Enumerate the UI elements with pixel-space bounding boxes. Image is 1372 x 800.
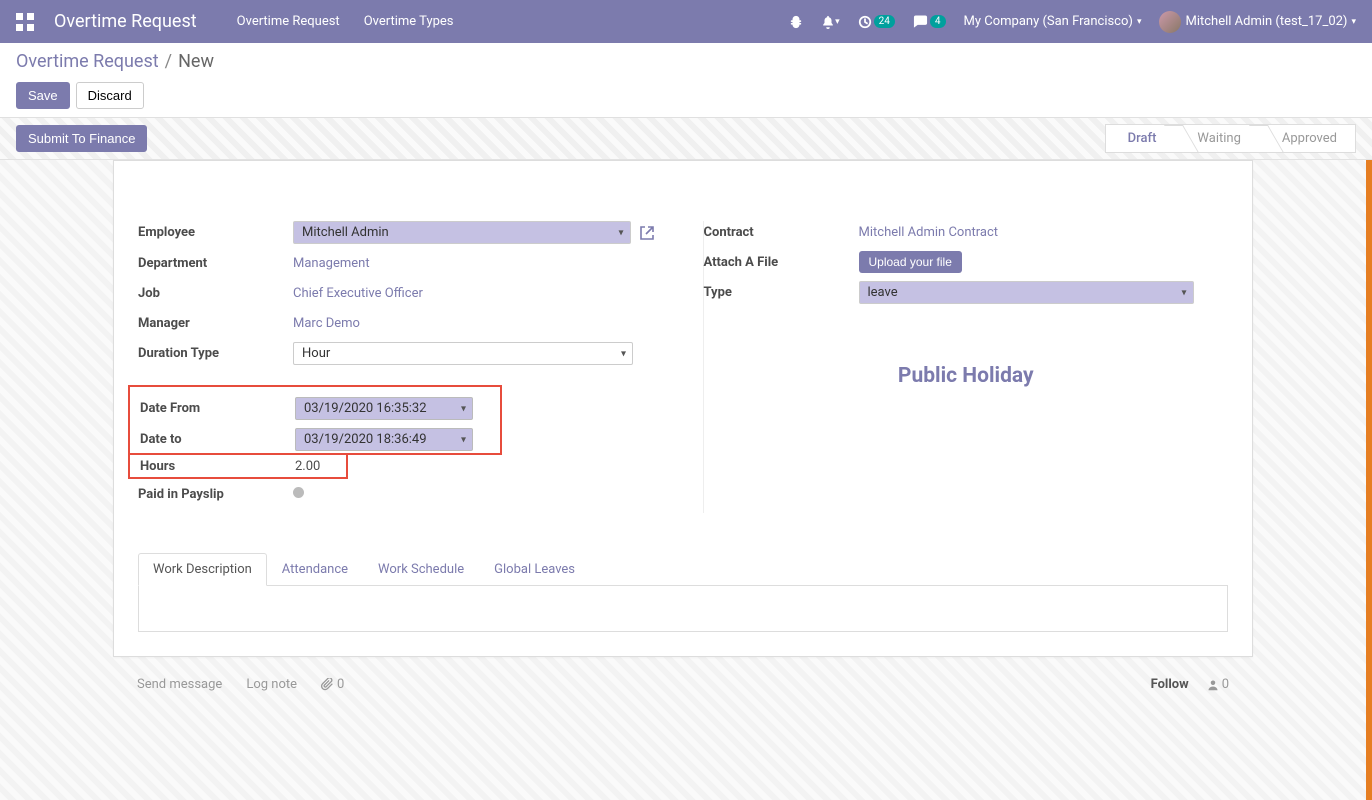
label-department: Department — [138, 256, 293, 271]
discard-button[interactable]: Discard — [76, 82, 144, 109]
hours-value: 2.00 — [295, 459, 346, 474]
form-area: Employee Mitchell Admin ▾ Department Man… — [0, 160, 1372, 800]
tab-global-leaves[interactable]: Global Leaves — [479, 553, 590, 586]
contract-value[interactable]: Mitchell Admin Contract — [859, 225, 1229, 240]
app-title[interactable]: Overtime Request — [54, 11, 197, 32]
label-paid-in-payslip: Paid in Payslip — [138, 487, 293, 502]
label-manager: Manager — [138, 316, 293, 331]
field-type: Type leave ▾ — [704, 281, 1229, 304]
label-date-to: Date to — [130, 432, 295, 447]
chatter: Send message Log note 0 Follow 0 — [113, 657, 1253, 692]
label-duration-type: Duration Type — [138, 346, 293, 361]
followers-count[interactable]: 0 — [1207, 677, 1229, 692]
nav-menu-overtime-request[interactable]: Overtime Request — [237, 14, 340, 29]
tab-content[interactable] — [138, 586, 1228, 632]
chevron-down-icon: ▾ — [618, 227, 623, 238]
stage-bar: Draft Waiting Approved — [1105, 124, 1356, 153]
navbar: Overtime Request Overtime Request Overti… — [0, 0, 1372, 43]
attachments-count[interactable]: 0 — [321, 677, 344, 692]
hours-highlight: Hours 2.00 — [128, 455, 348, 479]
left-column: Employee Mitchell Admin ▾ Department Man… — [138, 221, 663, 513]
activities-badge: 24 — [874, 15, 895, 28]
label-contract: Contract — [704, 225, 859, 240]
type-select[interactable]: leave ▾ — [859, 281, 1194, 304]
field-attach-file: Attach A File Upload your file — [704, 251, 1229, 273]
messages-icon[interactable]: 4 — [913, 15, 946, 29]
date-from-input[interactable]: 03/19/2020 16:35:32 ▾ — [295, 397, 473, 420]
field-contract: Contract Mitchell Admin Contract — [704, 221, 1229, 243]
nav-menu: Overtime Request Overtime Types — [237, 14, 454, 29]
field-date-from: Date From 03/19/2020 16:35:32 ▾ — [130, 397, 500, 420]
follow-button[interactable]: Follow — [1151, 677, 1189, 692]
label-type: Type — [704, 285, 859, 300]
field-employee: Employee Mitchell Admin ▾ — [138, 221, 663, 244]
messages-badge: 4 — [930, 15, 946, 28]
label-employee: Employee — [138, 225, 293, 240]
tab-work-schedule[interactable]: Work Schedule — [363, 553, 479, 586]
control-panel: Overtime Request / New Save Discard — [0, 43, 1372, 118]
nav-right: ▾ 24 4 My Company (San Francisco) ▾ Mitc… — [789, 11, 1356, 33]
public-holiday-title: Public Holiday — [704, 364, 1229, 388]
date-from-value: 03/19/2020 16:35:32 — [304, 401, 427, 416]
breadcrumb-parent[interactable]: Overtime Request — [16, 51, 159, 72]
send-message-link[interactable]: Send message — [137, 677, 222, 692]
field-department: Department Management — [138, 252, 663, 274]
user-menu[interactable]: Mitchell Admin (test_17_02) ▾ — [1159, 11, 1356, 33]
log-note-link[interactable]: Log note — [246, 677, 297, 692]
company-switcher[interactable]: My Company (San Francisco) ▾ — [964, 14, 1142, 29]
right-column: Contract Mitchell Admin Contract Attach … — [703, 221, 1229, 513]
apps-icon[interactable] — [16, 13, 34, 31]
user-name: Mitchell Admin (test_17_02) — [1185, 14, 1347, 29]
job-value[interactable]: Chief Executive Officer — [293, 286, 663, 301]
employee-select[interactable]: Mitchell Admin ▾ — [293, 221, 631, 244]
upload-file-button[interactable]: Upload your file — [859, 251, 962, 273]
date-range-highlight: Date From 03/19/2020 16:35:32 ▾ Date to — [128, 385, 502, 455]
activities-icon[interactable]: 24 — [858, 15, 895, 29]
duration-type-select[interactable]: Hour ▾ — [293, 342, 633, 365]
field-date-to: Date to 03/19/2020 18:36:49 ▾ — [130, 428, 500, 451]
bell-icon[interactable]: ▾ — [821, 15, 840, 29]
action-buttons: Save Discard — [16, 82, 1356, 109]
breadcrumb-current: New — [178, 51, 214, 72]
tab-work-description[interactable]: Work Description — [138, 553, 267, 586]
avatar — [1159, 11, 1181, 33]
chevron-down-icon: ▾ — [461, 403, 466, 414]
label-date-from: Date From — [130, 401, 295, 416]
chevron-down-icon: ▾ — [461, 434, 466, 445]
field-paid-in-payslip: Paid in Payslip — [138, 483, 663, 505]
duration-type-value: Hour — [302, 346, 330, 361]
company-name: My Company (San Francisco) — [964, 14, 1133, 29]
label-attach-file: Attach A File — [704, 255, 859, 270]
form-sheet: Employee Mitchell Admin ▾ Department Man… — [113, 160, 1253, 657]
chevron-down-icon: ▾ — [621, 348, 626, 359]
breadcrumb: Overtime Request / New — [16, 51, 1356, 72]
type-value: leave — [868, 285, 898, 300]
tabs: Work Description Attendance Work Schedul… — [138, 553, 1228, 586]
field-hours: Hours 2.00 — [130, 455, 346, 477]
department-value[interactable]: Management — [293, 256, 663, 271]
submit-to-finance-button[interactable]: Submit To Finance — [16, 125, 147, 152]
paid-in-payslip-toggle[interactable] — [293, 487, 304, 498]
field-manager: Manager Marc Demo — [138, 312, 663, 334]
label-job: Job — [138, 286, 293, 301]
date-to-input[interactable]: 03/19/2020 18:36:49 ▾ — [295, 428, 473, 451]
save-button[interactable]: Save — [16, 82, 70, 109]
bug-icon[interactable] — [789, 15, 803, 29]
statusbar: Submit To Finance Draft Waiting Approved — [0, 118, 1372, 160]
employee-select-value: Mitchell Admin — [302, 225, 389, 240]
date-to-value: 03/19/2020 18:36:49 — [304, 432, 427, 447]
chevron-down-icon: ▾ — [1181, 287, 1186, 298]
field-duration-type: Duration Type Hour ▾ — [138, 342, 663, 365]
manager-value[interactable]: Marc Demo — [293, 316, 663, 331]
field-job: Job Chief Executive Officer — [138, 282, 663, 304]
attachments-count-value: 0 — [337, 677, 344, 692]
stage-draft[interactable]: Draft — [1105, 124, 1176, 153]
external-link-icon[interactable] — [639, 225, 655, 241]
tab-attendance[interactable]: Attendance — [267, 553, 363, 586]
nav-menu-overtime-types[interactable]: Overtime Types — [364, 14, 454, 29]
breadcrumb-separator: / — [165, 51, 172, 72]
label-hours: Hours — [130, 459, 295, 474]
followers-count-value: 0 — [1222, 677, 1229, 692]
